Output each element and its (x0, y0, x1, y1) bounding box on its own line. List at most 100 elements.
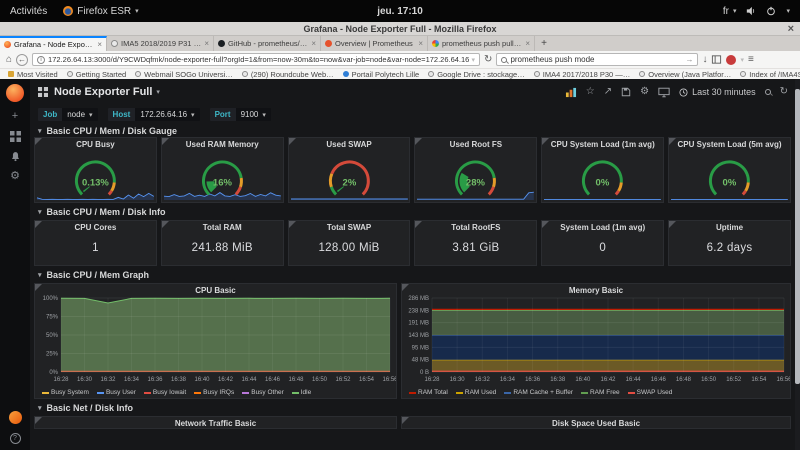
browser-tab[interactable]: Grafana - Node Expor… × (0, 36, 107, 51)
bookmark-item[interactable]: Webmail SOGo Universi… (135, 70, 233, 79)
bookmark-item[interactable]: IMA4 2017/2018 P30 —… (534, 70, 631, 79)
row-header-graph[interactable]: ▾ Basic CPU / Mem Graph (30, 268, 800, 281)
panel-info-icon[interactable] (35, 417, 42, 424)
panel-title[interactable]: Total SWAP (289, 221, 410, 232)
settings-button[interactable]: ⚙ (640, 87, 649, 97)
bookmark-item[interactable]: Getting Started (67, 70, 126, 79)
panel-title[interactable]: Total RAM (162, 221, 283, 232)
downloads-button[interactable]: ↓ (702, 55, 707, 65)
panel-title[interactable]: Network Traffic Basic (35, 417, 396, 428)
panel-title[interactable]: Used Root FS (415, 138, 536, 149)
row-header-net-disk[interactable]: ▾ Basic Net / Disk Info (30, 401, 800, 414)
legend-item[interactable]: RAM Used (456, 389, 496, 396)
time-range-picker[interactable]: Last 30 minutes (679, 87, 756, 97)
bookmark-item[interactable]: (290) Roundcube Web… (242, 70, 334, 79)
user-avatar[interactable] (9, 411, 22, 424)
sidebar-item-alerting[interactable] (10, 151, 21, 162)
legend-item[interactable]: Busy System (42, 389, 89, 396)
app-menu[interactable]: Firefox ESR ▾ (63, 6, 138, 17)
panel-title[interactable]: System Load (1m avg) (542, 221, 663, 232)
panel-info-icon[interactable] (402, 284, 409, 291)
browser-tab[interactable]: GitHub - prometheus/… × (214, 36, 321, 51)
panel-title[interactable]: Used RAM Memory (162, 138, 283, 149)
zoom-out-button[interactable] (765, 89, 771, 95)
panel-info-icon[interactable] (542, 221, 549, 228)
variable-value-dropdown[interactable]: 9100▾ (236, 108, 271, 121)
window-close-button[interactable]: × (788, 22, 794, 36)
clock[interactable]: jeu. 17:10 (377, 6, 423, 17)
panel-info-icon[interactable] (35, 138, 42, 145)
row-header-gauge[interactable]: ▾ Basic CPU / Mem / Disk Gauge (30, 124, 800, 137)
scrollbar-thumb[interactable] (795, 89, 800, 384)
reload-button[interactable]: ↻ (484, 55, 492, 65)
legend-item[interactable]: RAM Total (409, 389, 448, 396)
panel-title[interactable]: Used SWAP (289, 138, 410, 149)
star-button[interactable]: ☆ (586, 87, 595, 97)
adblock-icon[interactable] (726, 55, 736, 65)
share-button[interactable]: ↗ (604, 87, 612, 97)
dashboard-title[interactable]: Node Exporter Full (54, 86, 152, 98)
panel-info-icon[interactable] (35, 284, 42, 291)
panel-info-icon[interactable] (415, 221, 422, 228)
add-panel-button[interactable] (565, 87, 577, 98)
panel-info-icon[interactable] (415, 138, 422, 145)
variable-value-dropdown[interactable]: node▾ (62, 108, 97, 121)
grafana-logo[interactable] (6, 84, 24, 102)
library-button[interactable] (711, 54, 722, 65)
browser-tab[interactable]: prometheus push pull… × (428, 36, 535, 51)
menu-button[interactable]: ≡ (748, 55, 754, 65)
panel-title[interactable]: CPU System Load (1m avg) (542, 138, 663, 149)
browser-tab[interactable]: Overview | Prometheus × (321, 36, 428, 51)
cycle-view-button[interactable] (658, 87, 670, 98)
home-button[interactable]: ⌂ (6, 55, 12, 65)
panel-info-icon[interactable] (669, 221, 676, 228)
bookmark-item[interactable]: Overview (Java Platfor… (639, 70, 731, 79)
tab-close-icon[interactable]: × (97, 40, 102, 49)
panel-info-icon[interactable] (162, 138, 169, 145)
panel-info-icon[interactable] (669, 138, 676, 145)
panel-title[interactable]: Memory Basic (402, 284, 790, 295)
panel-title[interactable]: Disk Space Used Basic (402, 417, 790, 428)
bookmark-item[interactable]: Portail Polytech Lille (343, 70, 420, 79)
legend-item[interactable]: SWAP Used (628, 389, 673, 396)
sidebar-item-configuration[interactable]: ⚙ (10, 171, 20, 182)
url-input[interactable] (48, 55, 468, 64)
panel-info-icon[interactable] (162, 221, 169, 228)
keyboard-layout-indicator[interactable]: fr ▾ (723, 6, 737, 17)
legend-item[interactable]: Busy User (97, 389, 136, 396)
tab-close-icon[interactable]: × (204, 39, 209, 48)
bookmark-item[interactable]: Google Drive : stockage… (428, 70, 525, 79)
url-bar[interactable]: i ▾ (32, 53, 480, 66)
save-button[interactable] (621, 87, 631, 97)
tab-close-icon[interactable]: × (418, 39, 423, 48)
legend-item[interactable]: Busy Iowait (144, 389, 186, 396)
panel-title[interactable]: CPU Basic (35, 284, 396, 295)
variable-value-dropdown[interactable]: 172.26.64.16▾ (135, 108, 199, 121)
panel-info-icon[interactable] (542, 138, 549, 145)
volume-icon[interactable] (746, 6, 756, 16)
browser-tab[interactable]: IMA5 2018/2019 P31 : Su… × (107, 36, 214, 51)
refresh-button[interactable]: ↻ (780, 87, 788, 97)
back-button[interactable]: ← (16, 54, 28, 66)
panel-info-icon[interactable] (35, 221, 42, 228)
legend-item[interactable]: RAM Free (581, 389, 620, 396)
tab-close-icon[interactable]: × (311, 39, 316, 48)
url-dropdown-icon[interactable]: ▾ (472, 56, 476, 64)
panel-title[interactable]: Uptime (669, 221, 790, 232)
caret-down-icon[interactable]: ▾ (740, 56, 744, 64)
legend-item[interactable]: RAM Cache + Buffer (504, 389, 573, 396)
caret-down-icon[interactable]: ▾ (786, 7, 790, 15)
legend-item[interactable]: Busy IRQs (194, 389, 234, 396)
panel-title[interactable]: CPU System Load (5m avg) (669, 138, 790, 149)
dashboard-title-caret-icon[interactable]: ▾ (156, 88, 160, 96)
new-tab-button[interactable]: + (535, 36, 553, 51)
scrollbar-track[interactable] (795, 79, 800, 450)
panel-title[interactable]: CPU Cores (35, 221, 156, 232)
panel-info-icon[interactable] (402, 417, 409, 424)
sidebar-item-help[interactable]: ? (10, 433, 21, 444)
legend-item[interactable]: Busy Other (242, 389, 284, 396)
panel-title[interactable]: Total RootFS (415, 221, 536, 232)
panel-info-icon[interactable] (289, 221, 296, 228)
bookmark-item[interactable]: Index of /IMA4SC (740, 70, 800, 79)
panel-info-icon[interactable] (289, 138, 296, 145)
